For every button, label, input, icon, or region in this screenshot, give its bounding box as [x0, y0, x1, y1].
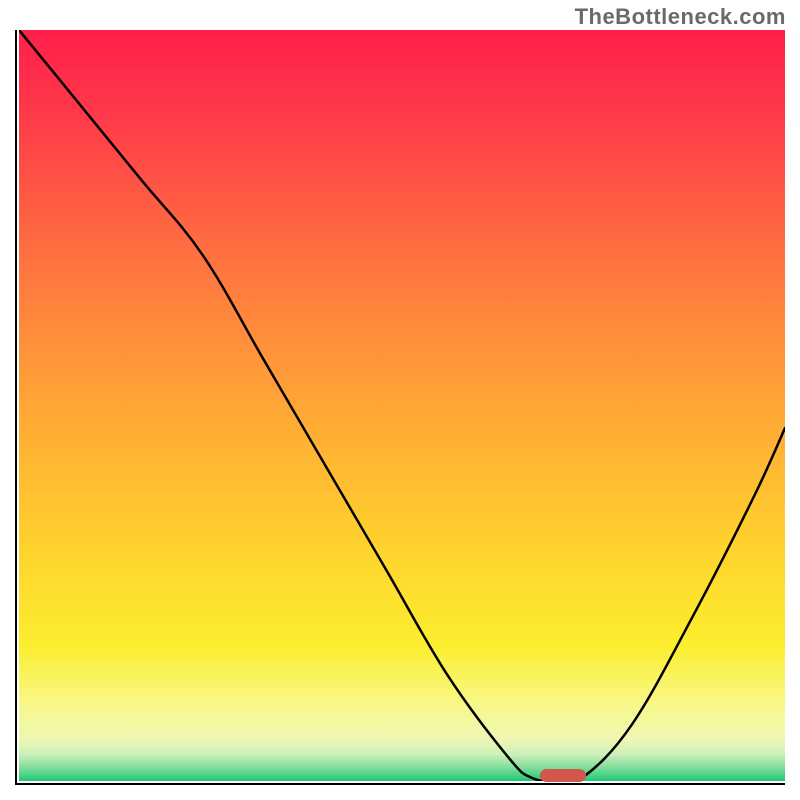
- optimal-minimum-marker: [540, 769, 586, 782]
- watermark-text: TheBottleneck.com: [575, 4, 786, 30]
- chart-plot-area: [15, 30, 785, 785]
- chart-curve: [19, 30, 785, 781]
